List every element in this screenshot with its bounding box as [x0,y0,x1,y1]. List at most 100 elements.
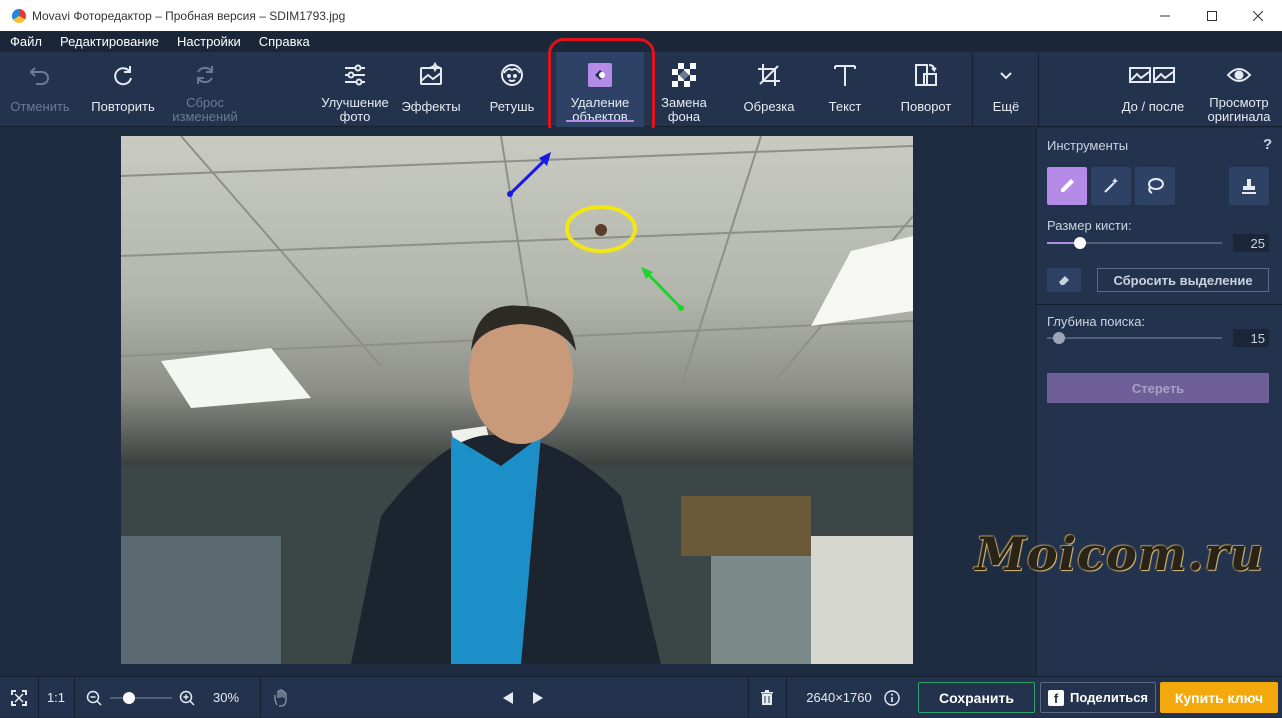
zoom-in-icon[interactable] [177,677,197,718]
search-depth-track [1047,337,1222,339]
chevron-down-icon [998,60,1014,90]
retouch-label: Ретушь [489,99,535,114]
before-after-button[interactable]: До / после [1112,52,1194,127]
watermark: Moicom.ru [975,527,1265,581]
brush-size-slider[interactable] [1047,236,1222,250]
lasso-button[interactable] [1135,167,1175,205]
search-depth-label: Глубина поиска: [1047,314,1146,329]
undo-icon [27,60,53,90]
window-title: Movavi Фоторедактор – Пробная версия – S… [32,8,346,23]
reset-label-line2: изменений [172,109,238,124]
bottom-divider-4 [748,677,749,718]
brush-size-label: Размер кисти: [1047,218,1132,233]
text-button[interactable]: Текст [816,52,874,127]
info-icon[interactable] [882,677,902,718]
background-label-line2: фона [667,109,701,124]
zoom-track [110,697,172,699]
bottom-divider-3 [260,677,261,718]
title-bar: Movavi Фоторедактор – Пробная версия – S… [0,0,1282,31]
app-logo-icon [12,8,26,23]
more-label: Ещё [992,99,1020,114]
search-depth-slider[interactable] [1047,331,1222,345]
brush-size-knob[interactable] [1074,237,1086,249]
menu-file[interactable]: Файл [0,34,50,49]
bottom-divider-2 [74,677,75,718]
photo-canvas[interactable] [121,136,913,664]
brush-icon [1061,179,1074,192]
minimize-icon[interactable] [1142,0,1188,31]
retouch-button[interactable]: Ретушь [478,52,546,127]
zoom-percent: 30% [212,690,240,705]
facebook-icon: f [1047,689,1064,706]
toolbar-divider-right [1038,52,1039,127]
highlight-box [548,38,655,140]
before-after-icon [1128,60,1178,90]
save-button[interactable]: Сохранить [918,682,1035,713]
menu-edit[interactable]: Редактирование [50,34,167,49]
reset-selection-button[interactable]: Сбросить выделение [1097,268,1269,292]
erase-button[interactable]: Стереть [1047,373,1269,403]
rotate-button[interactable]: Поворот [890,52,962,127]
effects-label: Эффекты [401,99,461,114]
search-depth-knob[interactable] [1053,332,1065,344]
previous-photo-icon[interactable] [498,677,518,718]
toolbar-divider [972,52,973,127]
bottom-divider-5 [786,677,787,718]
trash-icon[interactable] [756,677,778,718]
view-original-label-line2: оригинала [1207,109,1271,124]
next-photo-icon[interactable] [528,677,548,718]
eye-icon [1226,60,1252,90]
reset-changes-button[interactable]: Сброс изменений [166,52,244,127]
tools-panel: Инструменты ? Размер кисти: 25 Сбросить … [1036,128,1282,676]
redo-label: Повторить [91,99,155,114]
panel-divider [1037,304,1282,305]
stamp-button[interactable] [1229,167,1269,205]
effects-button[interactable]: Эффекты [396,52,466,127]
undo-button[interactable]: Отменить [6,52,74,127]
brush-tool-button[interactable] [1047,167,1087,205]
rotate-label: Поворот [900,99,952,114]
eraser-button[interactable] [1047,268,1081,292]
eraser-icon [1059,276,1069,285]
enhance-photo-button[interactable]: Улучшение фото [314,52,396,127]
magic-wand-button[interactable] [1091,167,1131,205]
zoom-actual-size[interactable]: 1:1 [42,677,70,718]
undo-label: Отменить [10,99,70,114]
menu-settings[interactable]: Настройки [167,34,249,49]
before-after-label: До / после [1121,99,1185,114]
crop-icon [756,60,782,90]
search-depth-value[interactable]: 15 [1233,329,1269,347]
maximize-icon[interactable] [1189,0,1235,31]
zoom-knob[interactable] [123,692,135,704]
sliders-icon [342,60,368,90]
face-icon [499,60,525,90]
stamp-icon [1242,179,1256,194]
photo-image [121,136,913,664]
crop-label: Обрезка [743,99,795,114]
background-replace-button[interactable]: Замена фона [650,52,718,127]
brush-size-value[interactable]: 25 [1233,234,1269,252]
redo-icon [110,60,136,90]
enhance-label-line1: Улучшение [321,95,389,110]
help-icon[interactable]: ? [1263,136,1272,153]
text-icon [832,60,858,90]
zoom-out-icon[interactable] [84,677,104,718]
more-button[interactable]: Ещё [980,52,1032,127]
redo-button[interactable]: Повторить [84,52,162,127]
view-original-button[interactable]: Просмотр оригинала [1198,52,1280,127]
close-icon[interactable] [1235,0,1281,31]
crop-button[interactable]: Обрезка [734,52,804,127]
bottom-divider-1 [38,677,39,718]
background-replace-icon [671,60,697,90]
reset-icon [192,60,218,90]
image-dimensions: 2640×1760 [806,690,872,705]
fullscreen-icon[interactable] [6,677,32,718]
effects-icon [418,60,444,90]
hand-tool-icon[interactable] [268,677,294,718]
share-button[interactable]: f Поделиться [1040,682,1156,713]
magic-wand-icon [1104,178,1118,193]
buy-key-button[interactable]: Купить ключ [1160,682,1278,713]
zoom-slider[interactable] [110,691,172,705]
rotate-icon [913,60,939,90]
menu-help[interactable]: Справка [249,34,318,49]
